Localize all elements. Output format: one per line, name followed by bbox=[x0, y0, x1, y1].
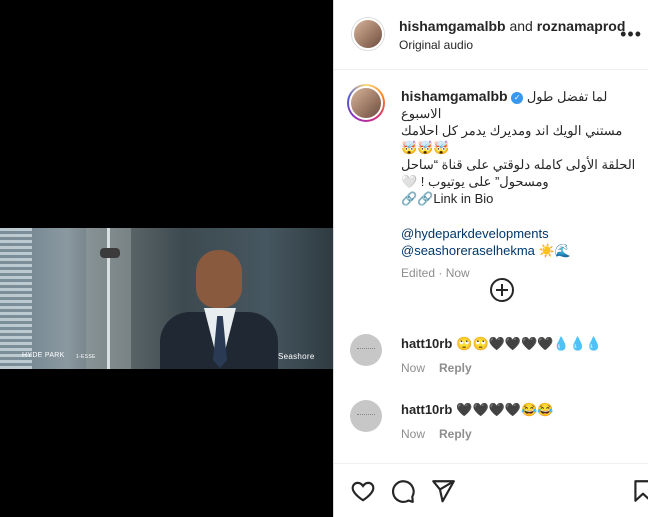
watermark-mid: 1-ESSE bbox=[76, 354, 96, 360]
comment-meta: Now Reply bbox=[401, 427, 472, 441]
caption-line-5: 🔗🔗Link in Bio bbox=[401, 191, 494, 206]
caption-line-2: مستني الويك اند ومديرك يدمر كل احلامك 🤯🤯… bbox=[401, 123, 623, 155]
author-username-link[interactable]: hishamgamalbb bbox=[399, 18, 506, 34]
author-and: and bbox=[505, 18, 537, 34]
video-frame[interactable]: HYDE PARK 1-ESSE Seashore bbox=[0, 228, 333, 369]
load-more-comments-icon[interactable] bbox=[490, 278, 514, 302]
watermark-seashore: Seashore bbox=[278, 352, 315, 361]
mention-seashore-link[interactable]: @seashoreraselhekma bbox=[401, 243, 535, 258]
comment-time: Now bbox=[401, 427, 426, 441]
caption-avatar-image bbox=[349, 86, 383, 120]
edited-label: Edited bbox=[401, 266, 436, 280]
avatar-placeholder-mark bbox=[357, 414, 375, 417]
post-media[interactable]: HYDE PARK 1-ESSE Seashore bbox=[0, 0, 333, 517]
person-head bbox=[196, 250, 242, 308]
door-handle bbox=[100, 248, 120, 258]
comment-avatar[interactable] bbox=[350, 400, 382, 432]
action-bar bbox=[334, 463, 648, 517]
share-send-icon[interactable] bbox=[430, 478, 456, 504]
caption: hishamgamalbb ✓ لما تفضل طول الاسبوع مست… bbox=[401, 88, 641, 282]
verified-badge-icon: ✓ bbox=[511, 91, 524, 104]
mention-hydepark-link[interactable]: @hydeparkdevelopments bbox=[401, 225, 641, 242]
comment-bubble-icon[interactable] bbox=[390, 478, 416, 504]
comment-username[interactable]: hatt10rb bbox=[401, 402, 452, 417]
watermark-hyde-park: HYDE PARK bbox=[22, 352, 65, 359]
comment-meta: Now Reply bbox=[401, 361, 472, 375]
caption-line-4: ومسحول” على يوتيوب ! 🤍 bbox=[401, 174, 549, 189]
comment-time: Now bbox=[401, 361, 426, 375]
comment-reply-button[interactable]: Reply bbox=[439, 427, 472, 441]
post-sidebar: hishamgamalbb and roznamaprod Original a… bbox=[333, 0, 648, 517]
comment-body: 🙄🙄🖤🖤🖤🖤💧💧💧 bbox=[456, 336, 602, 351]
like-heart-icon[interactable] bbox=[350, 478, 376, 504]
caption-username[interactable]: hishamgamalbb bbox=[401, 88, 508, 104]
comment-text: hatt10rb 🙄🙄🖤🖤🖤🖤💧💧💧 bbox=[401, 336, 602, 352]
audio-label[interactable]: Original audio bbox=[399, 38, 473, 52]
mention-suffix: ☀️🌊 bbox=[534, 243, 571, 258]
caption-line-3: الحلقة الأولى كامله دلوقتي على قناة “ساح… bbox=[401, 157, 636, 172]
comment-avatar[interactable] bbox=[350, 334, 382, 366]
author-avatar[interactable] bbox=[352, 18, 384, 50]
comment-body: 🖤🖤🖤🖤😂😂 bbox=[456, 402, 554, 417]
caption-avatar[interactable] bbox=[347, 84, 385, 122]
comment-reply-button[interactable]: Reply bbox=[439, 361, 472, 375]
comment-username[interactable]: hatt10rb bbox=[401, 336, 452, 351]
author-names: hishamgamalbb and roznamaprod bbox=[399, 18, 625, 34]
more-options-icon[interactable]: ••• bbox=[620, 24, 642, 45]
comment-text: hatt10rb 🖤🖤🖤🖤😂😂 bbox=[401, 402, 553, 418]
post-header: hishamgamalbb and roznamaprod Original a… bbox=[334, 0, 648, 70]
window-blinds bbox=[0, 228, 32, 369]
save-bookmark-icon[interactable] bbox=[630, 478, 648, 504]
avatar-placeholder-mark bbox=[357, 348, 375, 351]
coauthor-username-link[interactable]: roznamaprod bbox=[537, 18, 626, 34]
caption-time: Now bbox=[445, 266, 470, 280]
